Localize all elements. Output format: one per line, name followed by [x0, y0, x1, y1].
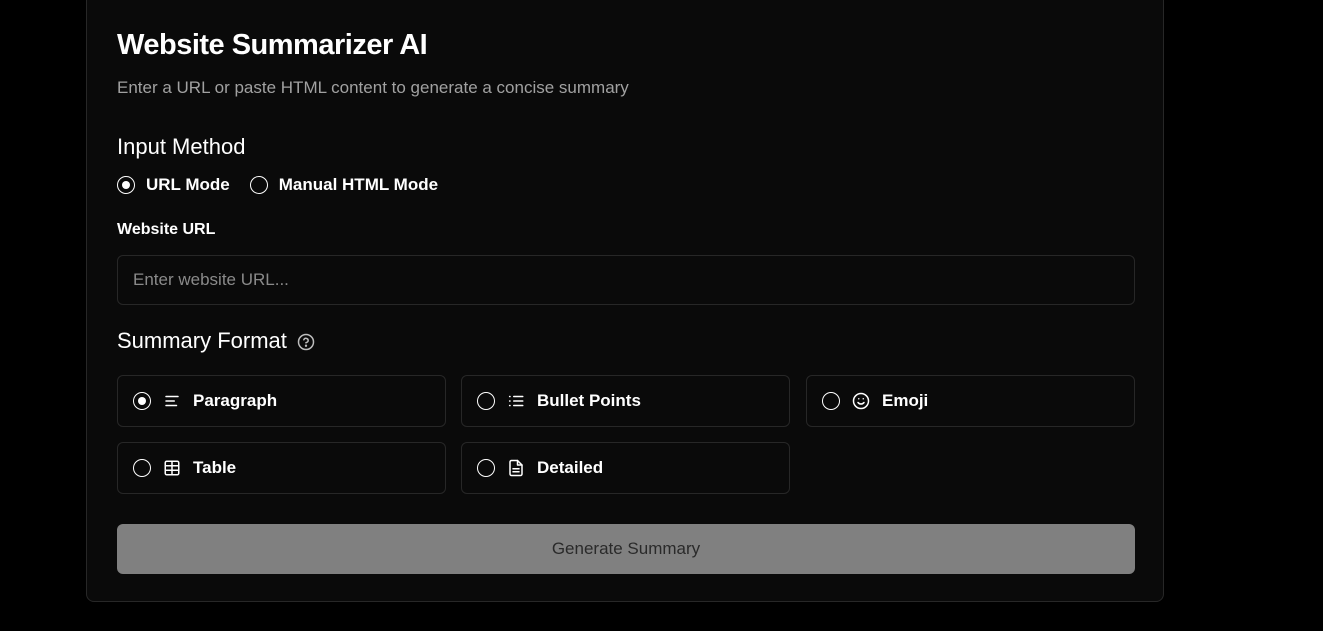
manual-html-mode-radio[interactable] — [249, 176, 268, 194]
manual-html-mode-label: Manual HTML Mode — [278, 175, 439, 194]
detailed-radio[interactable] — [477, 459, 495, 477]
page-subtitle: Enter a URL or paste HTML content to gen… — [117, 78, 629, 97]
summary-format-heading-text: Summary Format — [117, 328, 287, 353]
detailed-label: Detailed — [537, 458, 604, 477]
input-method-radio-group: URL Mode Manual HTML Mode — [117, 175, 458, 195]
table-radio[interactable] — [133, 459, 151, 477]
format-option-bullet-points[interactable]: Bullet Points — [461, 375, 790, 427]
table-icon — [163, 459, 181, 477]
format-option-emoji[interactable]: Emoji — [806, 375, 1135, 427]
url-mode-label: URL Mode — [146, 175, 230, 194]
bullet-points-radio[interactable] — [477, 392, 495, 410]
emoji-label: Emoji — [882, 391, 929, 410]
smile-icon — [852, 392, 870, 410]
website-url-input[interactable] — [117, 255, 1135, 305]
manual-html-mode-option[interactable]: Manual HTML Mode — [249, 175, 439, 195]
url-mode-option[interactable]: URL Mode — [117, 175, 230, 195]
align-left-icon — [163, 392, 181, 410]
file-text-icon — [507, 459, 525, 477]
input-method-heading: Input Method — [117, 134, 246, 159]
url-mode-radio[interactable] — [117, 176, 135, 194]
emoji-radio[interactable] — [822, 392, 840, 410]
list-icon — [507, 392, 525, 410]
format-option-table[interactable]: Table — [117, 442, 446, 494]
question-circle-icon[interactable] — [297, 333, 315, 351]
website-url-label: Website URL — [117, 221, 216, 238]
summary-format-heading: Summary Format — [117, 328, 315, 354]
summarizer-card: Website Summarizer AI Enter a URL or pas… — [86, 0, 1164, 602]
format-option-paragraph[interactable]: Paragraph — [117, 375, 446, 427]
format-option-detailed[interactable]: Detailed — [461, 442, 790, 494]
bullet-points-label: Bullet Points — [537, 391, 641, 410]
table-label: Table — [193, 458, 237, 477]
paragraph-radio[interactable] — [133, 392, 151, 410]
generate-summary-button[interactable]: Generate Summary — [117, 524, 1135, 574]
page-title: Website Summarizer AI — [117, 29, 428, 61]
paragraph-label: Paragraph — [193, 391, 278, 410]
